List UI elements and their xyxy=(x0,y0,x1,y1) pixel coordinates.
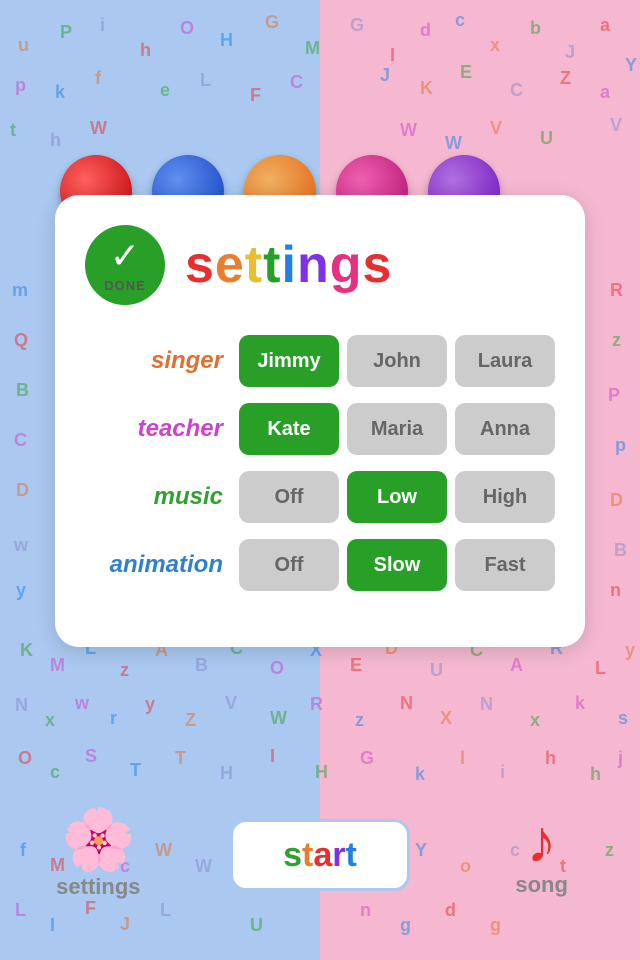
done-label: DONE xyxy=(104,278,146,293)
song-nav-button[interactable]: ♪ song xyxy=(477,812,607,898)
flower-icon: 🌸 xyxy=(61,810,136,870)
start-button[interactable]: start xyxy=(230,819,410,891)
animation-label: animation xyxy=(85,551,239,579)
music-label: music xyxy=(85,483,239,511)
teacher-options: Kate Maria Anna xyxy=(239,403,555,455)
singer-label: singer xyxy=(85,347,239,375)
music-high-button[interactable]: High xyxy=(455,471,555,523)
settings-nav-label: settings xyxy=(56,874,140,900)
music-off-button[interactable]: Off xyxy=(239,471,339,523)
bottom-bar: 🌸 settings start ♪ song xyxy=(0,810,640,900)
teacher-anna-button[interactable]: Anna xyxy=(455,403,555,455)
singer-row: singer Jimmy John Laura xyxy=(85,335,555,387)
settings-nav-button[interactable]: 🌸 settings xyxy=(33,810,163,900)
teacher-maria-button[interactable]: Maria xyxy=(347,403,447,455)
music-note-icon: ♪ xyxy=(527,812,557,872)
start-label: start xyxy=(283,836,357,875)
modal-title: settings xyxy=(185,235,392,295)
singer-jimmy-button[interactable]: Jimmy xyxy=(239,335,339,387)
animation-off-button[interactable]: Off xyxy=(239,539,339,591)
animation-row: animation Off Slow Fast xyxy=(85,539,555,591)
music-options: Off Low High xyxy=(239,471,555,523)
music-low-button[interactable]: Low xyxy=(347,471,447,523)
modal-header: ✓ DONE settings xyxy=(85,225,555,305)
animation-slow-button[interactable]: Slow xyxy=(347,539,447,591)
song-nav-label: song xyxy=(515,872,568,898)
teacher-kate-button[interactable]: Kate xyxy=(239,403,339,455)
singer-options: Jimmy John Laura xyxy=(239,335,555,387)
checkmark-icon: ✓ xyxy=(110,238,140,274)
music-row: music Off Low High xyxy=(85,471,555,523)
teacher-row: teacher Kate Maria Anna xyxy=(85,403,555,455)
settings-modal: ✓ DONE settings singer Jimmy John Laura … xyxy=(55,195,585,647)
animation-options: Off Slow Fast xyxy=(239,539,555,591)
teacher-label: teacher xyxy=(85,415,239,443)
singer-laura-button[interactable]: Laura xyxy=(455,335,555,387)
singer-john-button[interactable]: John xyxy=(347,335,447,387)
done-button[interactable]: ✓ DONE xyxy=(85,225,165,305)
animation-fast-button[interactable]: Fast xyxy=(455,539,555,591)
